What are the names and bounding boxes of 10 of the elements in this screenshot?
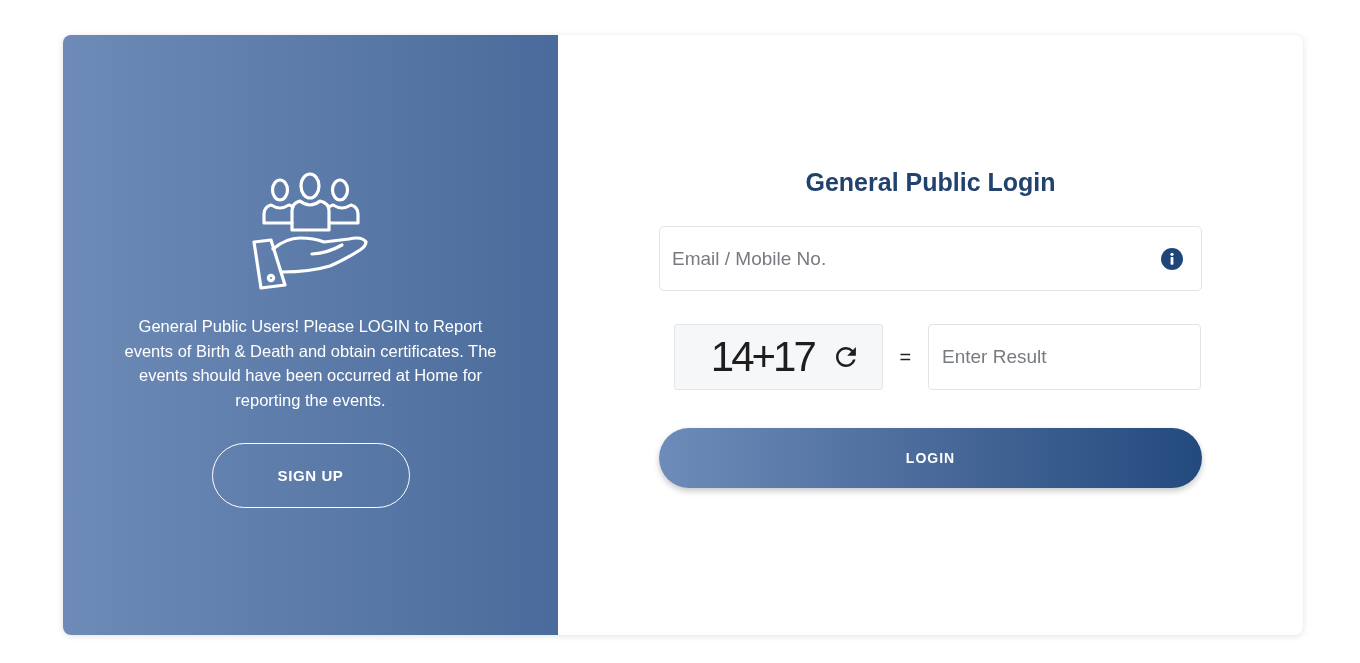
login-button[interactable]: LOGIN xyxy=(659,428,1202,488)
info-icon[interactable] xyxy=(1161,248,1183,270)
promo-message: General Public Users! Please LOGIN to Report events of Birth & Death and obtain certificates. The events should have been occurred at Home for reporting the events. xyxy=(123,316,498,411)
equals-sign: = xyxy=(898,345,913,369)
login-title: General Public Login xyxy=(804,167,1057,198)
captcha-question: 14+17 xyxy=(710,333,814,381)
people-on-hand-icon xyxy=(251,172,370,290)
email-field[interactable]: Email / Mobile No. xyxy=(659,226,1202,291)
result-field[interactable]: Enter Result xyxy=(928,324,1201,390)
refresh-icon[interactable] xyxy=(835,347,856,367)
